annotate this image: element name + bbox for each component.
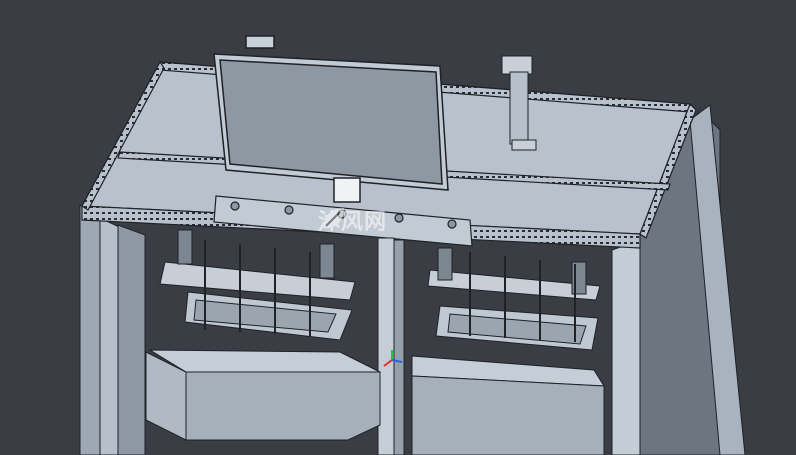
- machine-model: [79, 35, 746, 455]
- site-watermark: 沐风网: [318, 204, 387, 236]
- center-post: [377, 237, 405, 455]
- leaf-logo-icon: [323, 208, 344, 229]
- frame-left: [79, 204, 146, 455]
- cad-viewport[interactable]: 沐风网: [0, 0, 796, 455]
- right-station: [411, 247, 605, 455]
- left-station: [145, 229, 381, 441]
